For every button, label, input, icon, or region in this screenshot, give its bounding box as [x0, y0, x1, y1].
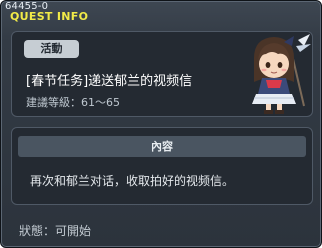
- npc-blush: [261, 68, 267, 72]
- npc-skirt: [252, 94, 296, 104]
- npc-shoe: [275, 110, 284, 114]
- quest-info-window: 64455-0 QUEST INFO 活動 [春节任务]递送郁兰的视频信 建議等…: [0, 0, 322, 248]
- content-header: 內容: [18, 136, 306, 157]
- npc-eye: [265, 62, 271, 68]
- npc-feather: [298, 34, 310, 46]
- content-card: 內容 再次和郁兰对话，收取拍好的视频信。: [11, 127, 313, 205]
- npc-dress-accent: [266, 80, 282, 88]
- npc-blush: [281, 68, 287, 72]
- category-badge: 活動: [24, 40, 79, 58]
- quest-status: 狀態：可開始: [19, 224, 92, 238]
- content-text: 再次和郁兰对话，收取拍好的视频信。: [30, 174, 235, 188]
- recommended-level: 建議等級：61～65: [26, 96, 120, 109]
- npc-eye: [277, 62, 283, 68]
- npc-feather: [296, 44, 311, 52]
- npc-shoe: [264, 110, 273, 114]
- quest-name: [春节任务]递送郁兰的视频信: [26, 74, 193, 89]
- window-title: QUEST INFO: [10, 10, 89, 23]
- npc-portrait: [252, 34, 311, 114]
- quest-summary-card: 活動 [春节任务]递送郁兰的视频信 建議等級：61～65: [11, 31, 313, 117]
